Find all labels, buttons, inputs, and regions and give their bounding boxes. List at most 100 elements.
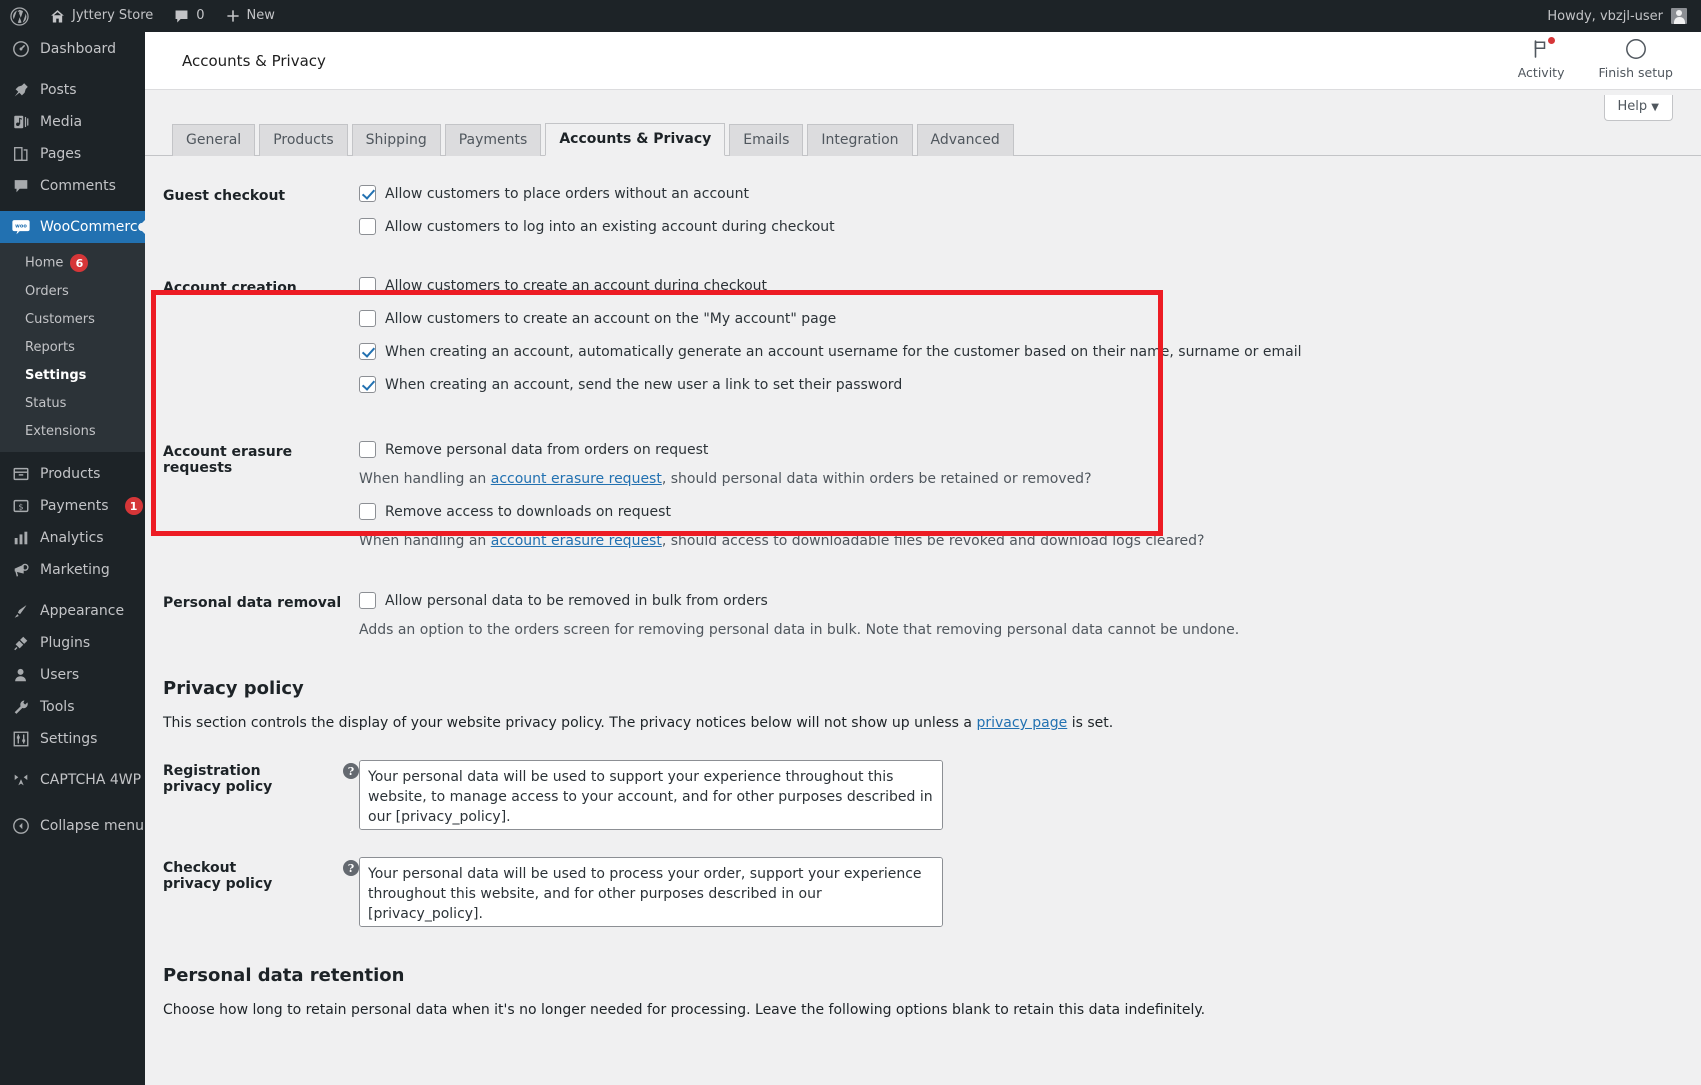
sidebar-item-comments[interactable]: Comments <box>0 170 145 202</box>
personal-data-removal-options: Allow personal data to be removed in bul… <box>359 592 1701 639</box>
plugin-icon <box>11 633 31 653</box>
captcha-icon <box>11 770 31 790</box>
help-tab-button[interactable]: Help ▼ <box>1603 95 1673 121</box>
flag-icon <box>1530 36 1556 62</box>
sidebar-item-label: Tools <box>40 699 75 715</box>
tab-general[interactable]: General <box>172 124 256 156</box>
desc-text-pre: When handling an <box>359 471 491 487</box>
site-name-menu[interactable]: Jyttery Store <box>39 0 163 32</box>
settings-tab-bar: General Products Shipping Payments Accou… <box>145 123 1701 156</box>
checkbox-label: When creating an account, send the new u… <box>385 377 903 393</box>
sidebar-subitem-extensions[interactable]: Extensions <box>0 418 145 446</box>
sidebar-item-plugins[interactable]: Plugins <box>0 627 145 659</box>
checkbox-auto-generate-username[interactable]: When creating an account, automatically … <box>359 343 1681 361</box>
wordpress-logo-menu[interactable] <box>0 0 39 32</box>
activity-label: Activity <box>1517 64 1565 80</box>
checkbox-send-set-password-link[interactable]: When creating an account, send the new u… <box>359 376 1681 394</box>
checkbox-box[interactable] <box>359 218 376 235</box>
checkbox-remove-personal-data-from-orders[interactable]: Remove personal data from orders on requ… <box>359 441 1681 459</box>
checkbox-create-account-my-account-page[interactable]: Allow customers to create an account on … <box>359 310 1681 328</box>
admin-bar: Jyttery Store 0 New Howdy, vbzjl-user <box>0 0 1701 32</box>
checkbox-box[interactable] <box>359 277 376 294</box>
comments-bubble[interactable]: 0 <box>163 0 214 32</box>
sidebar-item-label: Products <box>40 466 101 482</box>
submenu-label: Settings <box>25 368 87 383</box>
comment-bubble-icon <box>173 8 190 25</box>
checkbox-box[interactable] <box>359 376 376 393</box>
help-label: Help <box>1617 99 1648 114</box>
sidebar-subitem-home[interactable]: Home 6 <box>0 248 145 278</box>
privacy-policy-heading: Privacy policy <box>163 678 304 699</box>
sidebar-subitem-orders[interactable]: Orders <box>0 278 145 306</box>
help-tip-icon[interactable]: ? <box>343 763 359 779</box>
tab-advanced[interactable]: Advanced <box>916 124 1014 156</box>
new-content-menu[interactable]: New <box>215 0 285 32</box>
sidebar-item-label: Appearance <box>40 603 125 619</box>
tab-shipping[interactable]: Shipping <box>351 124 441 156</box>
sidebar-item-users[interactable]: Users <box>0 659 145 691</box>
sidebar-item-collapse-menu[interactable]: Collapse menu <box>0 810 145 842</box>
personal-data-retention-description: Choose how long to retain personal data … <box>163 1002 1206 1018</box>
sidebar-item-posts[interactable]: Posts <box>0 74 145 106</box>
checkbox-allow-login-during-checkout[interactable]: Allow customers to log into an existing … <box>359 218 1681 236</box>
setting-row-personal-data-removal: Personal data removal Allow personal dat… <box>145 550 1701 639</box>
tab-integration[interactable]: Integration <box>807 124 913 156</box>
checkbox-box[interactable] <box>359 592 376 609</box>
checkout-privacy-policy-textarea[interactable] <box>359 857 943 927</box>
activity-button[interactable]: Activity <box>1517 36 1565 86</box>
sidebar-item-marketing[interactable]: Marketing <box>0 554 145 586</box>
home-icon <box>49 8 66 25</box>
checkbox-allow-bulk-personal-data-removal[interactable]: Allow personal data to be removed in bul… <box>359 592 1681 610</box>
sidebar-item-woocommerce[interactable]: woo WooCommerce <box>0 211 145 243</box>
sidebar-item-media[interactable]: Media <box>0 106 145 138</box>
submenu-label: Status <box>25 396 67 411</box>
tab-payments[interactable]: Payments <box>444 124 542 156</box>
setting-row-account-creation: Account creation Allow customers to crea… <box>145 236 1701 394</box>
checkbox-box[interactable] <box>359 310 376 327</box>
comments-icon <box>11 176 31 196</box>
account-erasure-request-link[interactable]: account erasure request <box>491 533 662 549</box>
sidebar-item-analytics[interactable]: Analytics <box>0 522 145 554</box>
checkbox-remove-access-to-downloads[interactable]: Remove access to downloads on request <box>359 503 1681 521</box>
checkbox-box[interactable] <box>359 185 376 202</box>
registration-privacy-policy-textarea[interactable] <box>359 760 943 830</box>
sidebar-item-captcha-4wp[interactable]: CAPTCHA 4WP <box>0 764 145 796</box>
sidebar-item-payments[interactable]: $ Payments 1 <box>0 490 145 522</box>
sidebar-item-label: Collapse menu <box>40 818 144 834</box>
account-erasure-request-link[interactable]: account erasure request <box>491 471 662 487</box>
checkbox-box[interactable] <box>359 343 376 360</box>
sidebar-item-label: Users <box>40 667 80 683</box>
personal-data-removal-label: Personal data removal <box>163 595 342 611</box>
checkbox-create-account-during-checkout[interactable]: Allow customers to create an account dur… <box>359 277 1681 295</box>
checkbox-box[interactable] <box>359 503 376 520</box>
submenu-label: Reports <box>25 340 75 355</box>
tab-products[interactable]: Products <box>259 124 348 156</box>
finish-setup-button[interactable]: Finish setup <box>1598 36 1673 86</box>
sidebar-subitem-settings[interactable]: Settings <box>0 362 145 390</box>
pages-icon <box>11 144 31 164</box>
privacy-page-link[interactable]: privacy page <box>976 715 1067 731</box>
sidebar-subitem-reports[interactable]: Reports <box>0 334 145 362</box>
sidebar-item-appearance[interactable]: Appearance <box>0 595 145 627</box>
sidebar-subitem-status[interactable]: Status <box>0 390 145 418</box>
tab-emails[interactable]: Emails <box>729 124 804 156</box>
setting-row-registration-privacy-policy: Registration privacy policy ? <box>145 732 1701 830</box>
submenu-label: Orders <box>25 284 69 299</box>
registration-privacy-policy-field <box>359 760 1701 830</box>
checkbox-box[interactable] <box>359 441 376 458</box>
checkbox-allow-guest-orders[interactable]: Allow customers to place orders without … <box>359 185 1681 203</box>
desc-text-post: , should access to downloadable files be… <box>661 533 1205 549</box>
sidebar-subitem-customers[interactable]: Customers <box>0 306 145 334</box>
sidebar-item-dashboard[interactable]: Dashboard <box>0 33 145 65</box>
sidebar-item-label: CAPTCHA 4WP <box>40 772 142 788</box>
checkout-privacy-policy-field <box>359 857 1701 927</box>
sidebar-item-settings[interactable]: Settings <box>0 723 145 755</box>
account-creation-label: Account creation <box>163 280 297 296</box>
my-account-menu[interactable]: Howdy, vbzjl-user <box>1547 8 1701 24</box>
tab-accounts-and-privacy[interactable]: Accounts & Privacy <box>545 123 726 156</box>
desc-text-post: , should personal data within orders be … <box>661 471 1092 487</box>
help-tip-icon[interactable]: ? <box>343 860 359 876</box>
sidebar-item-products[interactable]: Products <box>0 458 145 490</box>
sidebar-item-tools[interactable]: Tools <box>0 691 145 723</box>
sidebar-item-pages[interactable]: Pages <box>0 138 145 170</box>
